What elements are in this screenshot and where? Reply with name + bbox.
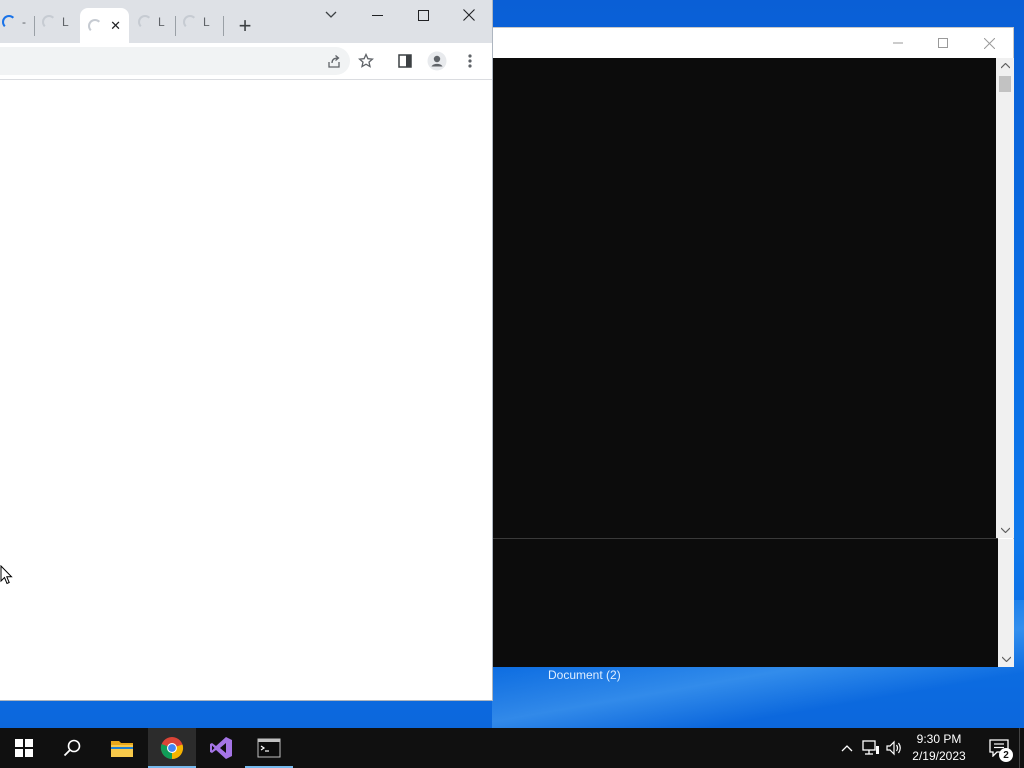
maximize-icon bbox=[417, 9, 429, 21]
loading-spinner-icon bbox=[183, 15, 197, 29]
tab[interactable]: L bbox=[177, 8, 216, 43]
side-panel-icon[interactable] bbox=[394, 51, 416, 71]
page-content[interactable] bbox=[0, 80, 492, 700]
tab-search-button[interactable] bbox=[320, 5, 342, 25]
show-hidden-icons-button[interactable] bbox=[837, 738, 857, 758]
tab[interactable]: - bbox=[0, 8, 32, 43]
address-bar[interactable] bbox=[0, 47, 350, 75]
mouse-cursor-icon bbox=[0, 565, 13, 585]
console-minimize-button[interactable] bbox=[875, 28, 921, 58]
minimize-icon bbox=[371, 14, 383, 16]
search-button[interactable] bbox=[48, 728, 96, 768]
console-maximize-button[interactable] bbox=[920, 28, 966, 58]
menu-icon[interactable] bbox=[459, 51, 481, 71]
tab-title: L bbox=[203, 15, 210, 29]
chevron-up-icon bbox=[841, 745, 853, 752]
system-clock[interactable]: 9:30 PM 2/19/2023 bbox=[905, 731, 973, 765]
console-output-pane[interactable] bbox=[493, 58, 996, 538]
star-icon[interactable] bbox=[355, 51, 377, 71]
action-center-button[interactable]: 2 bbox=[979, 728, 1019, 768]
share-icon[interactable] bbox=[323, 51, 345, 71]
tab-close-icon[interactable]: ✕ bbox=[110, 18, 121, 34]
maximize-icon bbox=[938, 38, 948, 48]
plus-icon: + bbox=[238, 13, 252, 38]
close-button[interactable] bbox=[446, 0, 492, 30]
tab-title: L bbox=[158, 15, 165, 29]
tab[interactable]: L bbox=[132, 8, 171, 43]
visual-studio-icon bbox=[210, 737, 232, 759]
search-icon bbox=[63, 739, 81, 757]
close-icon bbox=[983, 37, 995, 49]
console-scrollbar[interactable] bbox=[996, 58, 1014, 538]
console-secondary-pane[interactable] bbox=[493, 539, 998, 667]
secondary-scrollbar[interactable] bbox=[998, 539, 1014, 667]
windows-logo-icon bbox=[15, 739, 33, 757]
new-tab-button[interactable]: + bbox=[232, 14, 258, 38]
minimize-icon bbox=[893, 42, 903, 44]
chrome-window[interactable]: - L ✕ L L + bbox=[0, 0, 493, 701]
volume-icon[interactable] bbox=[884, 738, 904, 758]
close-icon bbox=[463, 9, 475, 21]
console-window[interactable] bbox=[492, 27, 1014, 667]
network-icon[interactable] bbox=[861, 738, 881, 758]
chrome-taskbar-button[interactable] bbox=[148, 728, 196, 768]
browser-toolbar bbox=[0, 43, 492, 79]
loading-spinner-icon bbox=[2, 15, 16, 29]
start-button[interactable] bbox=[0, 728, 48, 768]
terminal-button[interactable] bbox=[245, 728, 293, 768]
tab-separator bbox=[223, 16, 224, 36]
loading-spinner-icon bbox=[42, 15, 56, 29]
tab-active[interactable]: ✕ bbox=[80, 8, 129, 43]
notification-badge: 2 bbox=[999, 748, 1013, 762]
scroll-thumb[interactable] bbox=[999, 76, 1011, 92]
console-titlebar[interactable] bbox=[493, 28, 1013, 58]
tab-separator bbox=[34, 16, 35, 36]
tab-title: L bbox=[62, 15, 69, 29]
scroll-down-arrow-icon[interactable] bbox=[998, 651, 1014, 667]
console-close-button[interactable] bbox=[966, 28, 1012, 58]
tab-strip[interactable]: - L ✕ L L + bbox=[0, 0, 492, 43]
taskbar: 9:30 PM 2/19/2023 2 bbox=[0, 728, 1024, 768]
minimize-button[interactable] bbox=[354, 0, 400, 30]
profile-icon[interactable] bbox=[426, 51, 448, 71]
chevron-down-icon bbox=[325, 11, 337, 18]
loading-spinner-icon bbox=[138, 15, 152, 29]
file-explorer-button[interactable] bbox=[98, 728, 146, 768]
visual-studio-button[interactable] bbox=[197, 728, 245, 768]
tab[interactable]: L bbox=[36, 8, 75, 43]
chrome-icon bbox=[160, 737, 184, 760]
scroll-down-arrow-icon[interactable] bbox=[996, 522, 1014, 538]
loading-spinner-icon bbox=[88, 18, 103, 33]
clock-time: 9:30 PM bbox=[916, 732, 962, 746]
maximize-button[interactable] bbox=[400, 0, 446, 30]
tab-title: - bbox=[22, 15, 26, 29]
desktop-window-label[interactable]: Document (2) bbox=[548, 668, 621, 682]
folder-icon bbox=[111, 741, 133, 757]
tab-separator bbox=[175, 16, 176, 36]
clock-date: 2/19/2023 bbox=[912, 749, 966, 763]
scroll-up-arrow-icon[interactable] bbox=[996, 58, 1014, 74]
show-desktop-button[interactable] bbox=[1019, 728, 1024, 768]
terminal-icon bbox=[257, 738, 281, 758]
